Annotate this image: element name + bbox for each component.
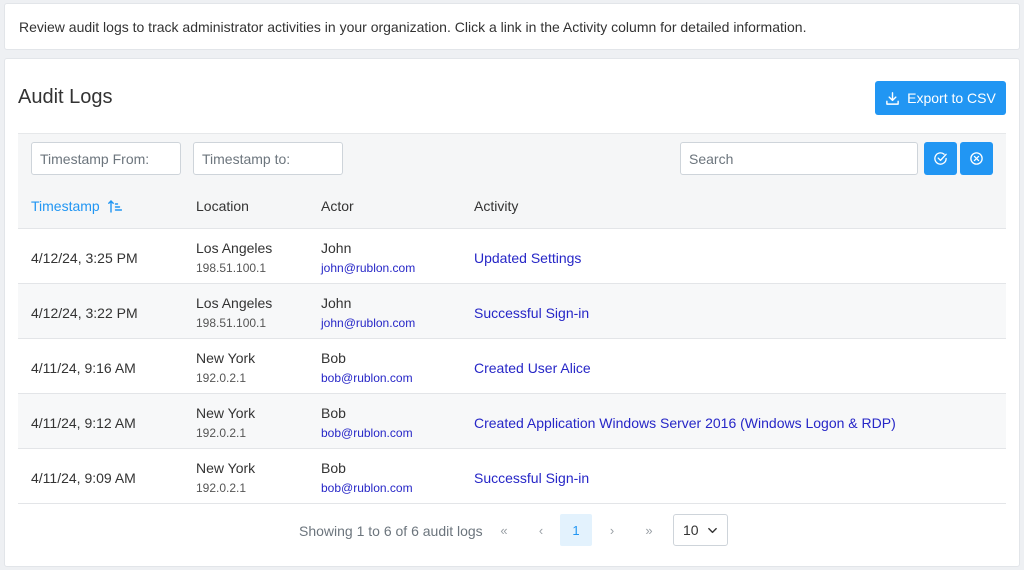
table-row: 4/11/24, 9:09 AM New York 192.0.2.1 Bob … xyxy=(18,449,1006,504)
cell-city: New York xyxy=(196,460,256,476)
info-banner: Review audit logs to track administrator… xyxy=(4,3,1020,50)
cell-timestamp: 4/11/24, 9:12 AM xyxy=(31,415,136,431)
cell-ip: 198.51.100.1 xyxy=(196,316,267,330)
table-row: 4/12/24, 3:25 PM Los Angeles 198.51.100.… xyxy=(18,229,1006,284)
showing-count-text: Showing 1 to 6 of 6 audit logs xyxy=(299,523,483,539)
table-row: 4/11/24, 9:12 AM New York 192.0.2.1 Bob … xyxy=(18,394,1006,449)
cell-actor-email-link[interactable]: bob@rublon.com xyxy=(321,426,413,440)
cell-timestamp: 4/12/24, 3:22 PM xyxy=(31,305,138,321)
audit-log-rows: 4/12/24, 3:25 PM Los Angeles 198.51.100.… xyxy=(18,229,1006,504)
timestamp-to-input[interactable]: Timestamp to: xyxy=(193,142,343,175)
column-header-timestamp-label: Timestamp xyxy=(31,198,100,214)
cell-actor-email-link[interactable]: john@rublon.com xyxy=(321,316,415,330)
page-title: Audit Logs xyxy=(18,86,113,108)
column-header-location: Location xyxy=(196,198,249,214)
cell-actor-name: Bob xyxy=(321,405,346,421)
column-header-actor: Actor xyxy=(321,198,354,214)
table-header: Timestamp Location Actor Activity xyxy=(18,181,1006,229)
cell-activity-link[interactable]: Created Application Windows Server 2016 … xyxy=(474,415,896,431)
chevron-down-icon xyxy=(708,527,717,534)
audit-logs-card: Audit Logs Export to CSV Timestamp From:… xyxy=(4,58,1020,567)
timestamp-from-input[interactable]: Timestamp From: xyxy=(31,142,181,175)
table-row: 4/11/24, 9:16 AM New York 192.0.2.1 Bob … xyxy=(18,339,1006,394)
sort-ascending-icon xyxy=(107,199,122,213)
export-csv-button[interactable]: Export to CSV xyxy=(875,81,1006,115)
cell-city: Los Angeles xyxy=(196,240,273,256)
table-row: 4/12/24, 3:22 PM Los Angeles 198.51.100.… xyxy=(18,284,1006,339)
cell-activity-link[interactable]: Created User Alice xyxy=(474,360,591,376)
cell-timestamp: 4/11/24, 9:16 AM xyxy=(31,360,136,376)
download-icon xyxy=(886,91,899,105)
cell-actor-email-link[interactable]: bob@rublon.com xyxy=(321,481,413,495)
column-header-activity: Activity xyxy=(474,198,519,214)
pagination-footer: Showing 1 to 6 of 6 audit logs « ‹ 1 › »… xyxy=(18,504,1006,554)
cell-activity-link[interactable]: Successful Sign-in xyxy=(474,305,589,321)
cell-actor-name: Bob xyxy=(321,350,346,366)
check-circle-icon xyxy=(934,152,947,165)
search-input[interactable]: Search xyxy=(680,142,918,175)
info-text: Review audit logs to track administrator… xyxy=(19,19,807,35)
cell-city: New York xyxy=(196,350,256,366)
cell-ip: 192.0.2.1 xyxy=(196,426,247,440)
export-csv-label: Export to CSV xyxy=(907,90,996,106)
cell-actor-name: John xyxy=(321,240,352,256)
per-page-value: 10 xyxy=(683,522,699,538)
cell-timestamp: 4/12/24, 3:25 PM xyxy=(31,250,138,266)
cell-timestamp: 4/11/24, 9:09 AM xyxy=(31,470,136,486)
cell-activity-link[interactable]: Successful Sign-in xyxy=(474,470,589,486)
cell-city: New York xyxy=(196,405,256,421)
column-header-timestamp[interactable]: Timestamp xyxy=(31,198,122,214)
cell-ip: 192.0.2.1 xyxy=(196,371,247,385)
cell-actor-email-link[interactable]: john@rublon.com xyxy=(321,261,415,275)
last-page-button[interactable]: » xyxy=(633,514,665,546)
apply-filter-button[interactable] xyxy=(924,142,957,175)
cell-actor-name: Bob xyxy=(321,460,346,476)
cell-ip: 192.0.2.1 xyxy=(196,481,247,495)
page-1-button[interactable]: 1 xyxy=(560,514,592,546)
next-page-button[interactable]: › xyxy=(596,514,628,546)
cell-city: Los Angeles xyxy=(196,295,273,311)
first-page-button[interactable]: « xyxy=(488,514,520,546)
previous-page-button[interactable]: ‹ xyxy=(525,514,557,546)
cell-actor-name: John xyxy=(321,295,352,311)
per-page-select[interactable]: 10 xyxy=(673,514,728,546)
x-circle-icon xyxy=(970,152,983,165)
cell-actor-email-link[interactable]: bob@rublon.com xyxy=(321,371,413,385)
clear-filter-button[interactable] xyxy=(960,142,993,175)
filter-bar: Timestamp From: Timestamp to: Search xyxy=(18,133,1006,181)
cell-ip: 198.51.100.1 xyxy=(196,261,267,275)
cell-activity-link[interactable]: Updated Settings xyxy=(474,250,581,266)
